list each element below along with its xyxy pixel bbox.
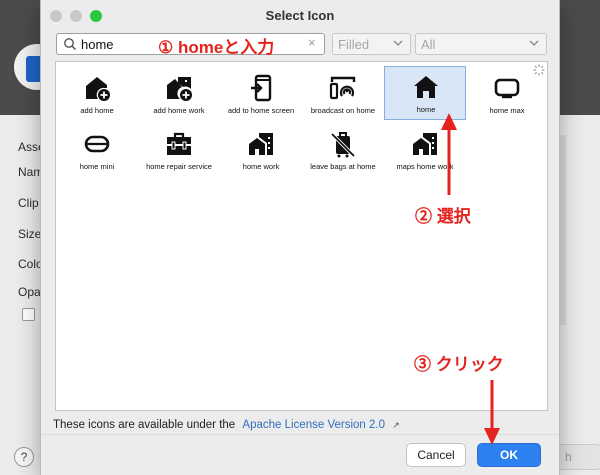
icon-label: home max [489, 106, 525, 115]
broadcast-on-home-icon [329, 76, 356, 100]
icon-label: home [416, 105, 436, 114]
dialog-title: Select Icon [265, 8, 335, 23]
style-dropdown[interactable]: Filled [332, 33, 411, 55]
add-to-home-screen-icon [251, 74, 272, 102]
home-work-icon [249, 133, 273, 155]
chevron-down-icon [393, 40, 403, 47]
bg-scrollbar[interactable] [560, 135, 566, 325]
cancel-button[interactable]: Cancel [406, 443, 466, 467]
category-dropdown[interactable]: All [415, 33, 547, 55]
icon-cell-add-home-work[interactable]: add home work [138, 68, 220, 122]
footer-divider [41, 434, 559, 435]
license-notice: These icons are available under the Apac… [53, 419, 400, 431]
license-text: These icons are available under the [53, 419, 236, 431]
icon-label: home repair service [146, 162, 212, 171]
annotation-step3: ③ クリック [414, 355, 504, 374]
bg-label-size: Size [18, 227, 42, 241]
icon-cell-leave-bags-at-home[interactable]: leave bags at home [302, 124, 384, 178]
bg-checkbox[interactable] [22, 308, 35, 321]
license-link[interactable]: Apache License Version 2.0 [242, 419, 385, 431]
annotation-step1: ① homeと入力 [158, 38, 275, 57]
icon-cell-home-max[interactable]: home max [466, 68, 548, 122]
ok-button[interactable]: OK [477, 443, 541, 467]
icon-label: add to home screen [227, 106, 295, 115]
icon-cell-add-home[interactable]: add home [56, 68, 138, 122]
home-icon [414, 76, 438, 98]
icon-cell-home-repair-service[interactable]: home repair service [138, 124, 220, 178]
dialog-titlebar: Select Icon [41, 0, 559, 30]
maps-home-work-icon [413, 133, 437, 155]
icon-label: home mini [79, 162, 115, 171]
icon-cell-home-mini[interactable]: home mini [56, 124, 138, 178]
bg-label-color: Colo [18, 257, 43, 271]
icon-cell-maps-home-work[interactable]: maps home work [384, 124, 466, 178]
annotation-step2: ② 選択 [415, 207, 471, 226]
leave-bags-at-home-icon [330, 132, 356, 158]
icon-label: add home work [153, 106, 205, 115]
style-dropdown-value: Filled [338, 37, 370, 52]
icon-cell-home[interactable]: home [384, 66, 466, 120]
home-max-icon [494, 78, 520, 99]
icon-label: leave bags at home [310, 162, 376, 171]
add-home-icon [86, 77, 110, 101]
clear-search-icon[interactable]: × [308, 35, 316, 50]
search-icon [64, 38, 77, 51]
bg-label-name: Nam [18, 165, 44, 179]
icon-label: broadcast on home [310, 106, 376, 115]
icon-cell-add-to-home-screen[interactable]: add to home screen [220, 68, 302, 122]
bg-label-opacity: Opa [18, 285, 41, 299]
home-mini-icon [84, 135, 110, 153]
category-dropdown-value: All [421, 37, 436, 52]
add-home-work-icon [167, 77, 192, 101]
help-button[interactable]: ? [14, 447, 34, 467]
bg-label-clip: Clip [18, 196, 39, 210]
icon-label: home work [242, 162, 280, 171]
chevron-down-icon [529, 40, 539, 47]
external-link-icon: ↗ [392, 420, 400, 430]
icon-cell-broadcast-on-home[interactable]: broadcast on home [302, 68, 384, 122]
icon-label: maps home work [396, 162, 454, 171]
icon-label: add home [80, 106, 114, 115]
home-repair-service-icon [167, 132, 191, 155]
select-icon-dialog: Select Icon × Filled All [41, 0, 559, 475]
icon-cell-home-work[interactable]: home work [220, 124, 302, 178]
